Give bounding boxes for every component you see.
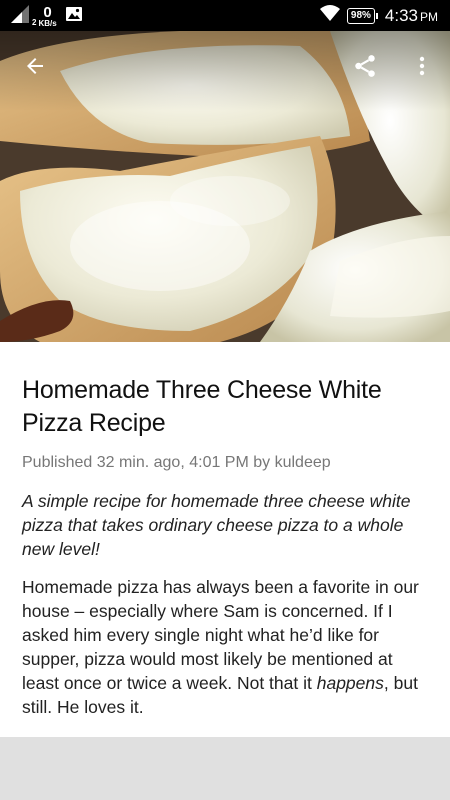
share-icon (355, 55, 375, 77)
article-title: Homemade Three Cheese White Pizza Recipe (22, 376, 382, 437)
back-button[interactable] (18, 49, 52, 83)
clock: 4:33 PM (385, 6, 438, 26)
battery-icon: 98% (346, 7, 378, 24)
battery-level: 98% (350, 9, 371, 21)
article-excerpt: A simple recipe for homemade three chees… (22, 491, 411, 559)
status-right: 98% 4:33 PM (319, 0, 438, 31)
status-bar: 2 0 KB/s 98% 4:33 PM (0, 0, 450, 31)
share-button[interactable] (348, 49, 382, 83)
clock-time: 4:33 (384, 5, 418, 25)
signal-icon (10, 4, 32, 29)
sim-slot-label: 2 (32, 18, 37, 27)
article-meta: Published 32 min. ago, 4:01 PM by kuldee… (22, 454, 331, 471)
wifi-icon (319, 4, 341, 27)
back-arrow-icon (27, 58, 43, 74)
image-notification-icon (65, 6, 83, 27)
status-left: 2 0 KB/s (10, 3, 83, 29)
page-background (0, 737, 450, 800)
cheese-pizza-photo (0, 31, 450, 342)
article-body: Homemade pizza has always been a favorit… (22, 575, 428, 719)
network-speed-value: 0 (43, 3, 52, 21)
hero-image (0, 31, 450, 342)
network-speed: 0 KB/s (38, 5, 56, 28)
clock-ampm: PM (420, 9, 438, 24)
article-card: Homemade Three Cheese White Pizza Recipe… (0, 342, 450, 737)
more-options-button[interactable] (405, 49, 439, 83)
network-speed-unit: KB/s (38, 18, 57, 28)
article-body-emphasis: happens (316, 673, 384, 693)
more-vert-icon (419, 56, 425, 76)
